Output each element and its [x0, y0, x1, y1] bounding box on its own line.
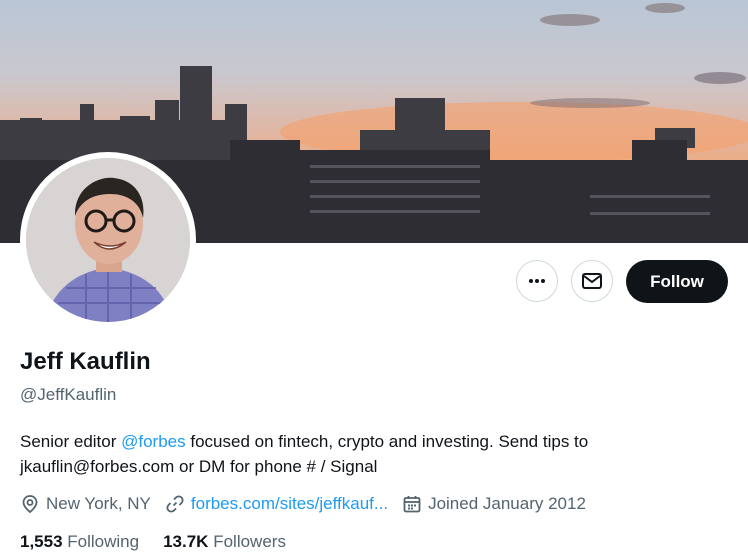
website-link[interactable]: forbes.com/sites/jeffkauf... [191, 494, 388, 514]
joined-text: Joined January 2012 [428, 494, 586, 513]
follow-button[interactable]: Follow [626, 260, 728, 303]
profile-handle: @JeffKauflin [20, 385, 117, 404]
more-button[interactable] [516, 260, 558, 302]
following-count: 1,553 [20, 532, 63, 551]
location-text: New York, NY [46, 494, 151, 513]
more-icon [529, 279, 545, 283]
profile-stats: 1,553 Following 13.7K Followers [20, 532, 310, 552]
avatar-frame[interactable] [20, 152, 196, 328]
profile-meta: New York, NY forbes.com/sites/jeffkauf..… [20, 492, 600, 516]
avatar[interactable] [26, 158, 190, 322]
location-icon [22, 495, 38, 514]
following-label: Following [67, 532, 140, 551]
followers-count: 13.7K [163, 532, 209, 551]
followers-stat[interactable]: 13.7K Followers [163, 532, 286, 552]
bio-text-prefix: Senior editor [20, 432, 122, 451]
profile-name: Jeff Kauflin [20, 348, 151, 375]
link-icon [166, 495, 184, 513]
website-item[interactable]: forbes.com/sites/jeffkauf... [165, 494, 388, 514]
calendar-icon [403, 496, 421, 513]
following-stat[interactable]: 1,553 Following [20, 532, 139, 552]
joined-item: Joined January 2012 [402, 494, 586, 514]
mail-icon [582, 273, 602, 289]
location-item: New York, NY [20, 494, 151, 514]
avatar-image [26, 158, 190, 322]
bio-mention-link[interactable]: @forbes [121, 432, 186, 451]
profile-bio: Senior editor @forbes focused on fintech… [20, 429, 720, 479]
message-button[interactable] [571, 260, 613, 302]
followers-label: Followers [213, 532, 286, 551]
